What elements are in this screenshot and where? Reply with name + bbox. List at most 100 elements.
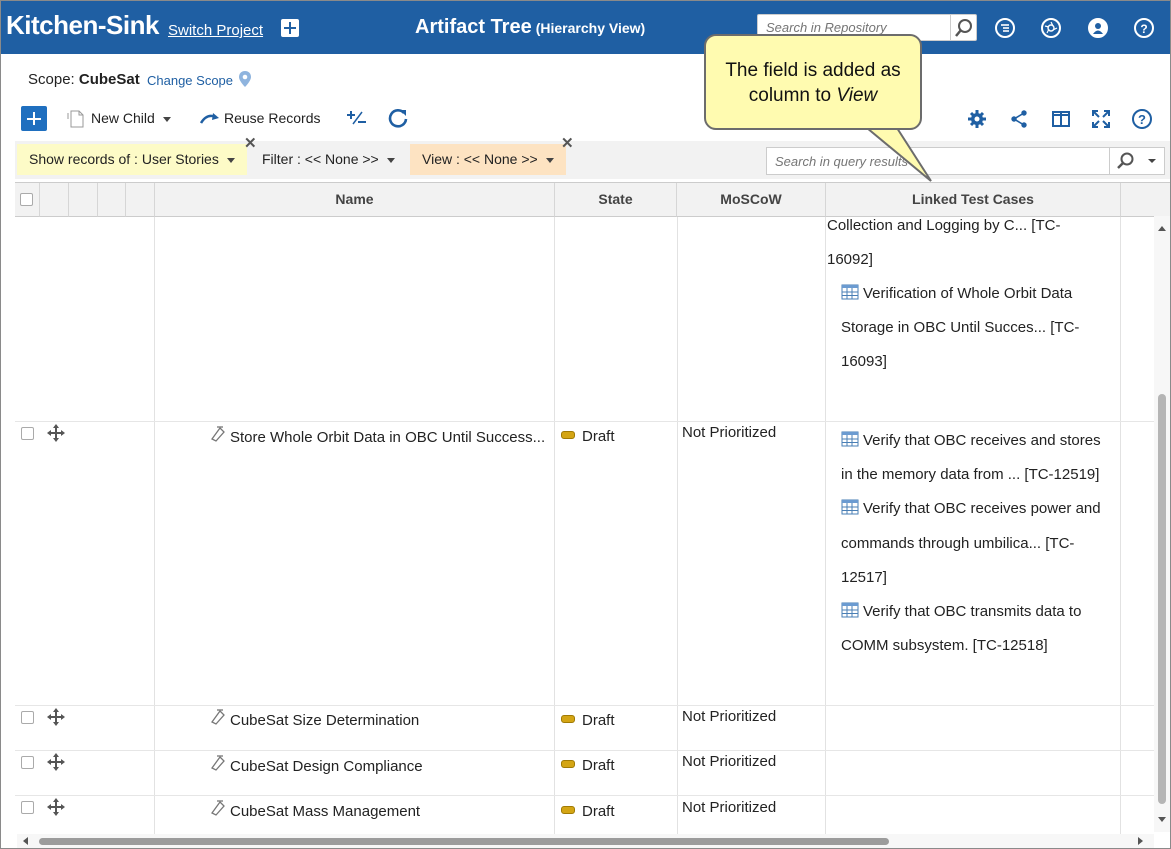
test-case-table-icon xyxy=(841,499,859,515)
view-dropdown[interactable]: View : << None >> xyxy=(410,144,566,175)
record-moscow: Not Prioritized xyxy=(682,799,777,816)
draft-status-icon xyxy=(561,431,575,439)
record-name[interactable]: CubeSat Size Determination xyxy=(230,712,419,729)
scroll-left-icon[interactable] xyxy=(21,836,29,846)
linked-test-case[interactable]: Verify that OBC receives power and xyxy=(841,492,1121,526)
user-story-icon xyxy=(211,709,225,725)
scroll-down-icon[interactable] xyxy=(1157,816,1167,824)
scope-label: Scope: xyxy=(28,71,75,88)
scroll-right-icon[interactable] xyxy=(1137,836,1145,846)
record-state: Draft xyxy=(561,803,615,820)
svg-text:?: ? xyxy=(1138,112,1146,127)
tree-view-icon[interactable] xyxy=(995,18,1015,38)
scope-value: CubeSat xyxy=(78,71,140,88)
chevron-down-icon xyxy=(226,157,235,163)
horizontal-scroll-thumb[interactable] xyxy=(39,838,889,845)
filter-bar: Show records of : User Stories ✕ Filter … xyxy=(15,135,1170,179)
clear-view-icon[interactable]: ✕ xyxy=(561,134,574,152)
fullscreen-icon[interactable] xyxy=(1091,109,1111,129)
change-scope-link[interactable]: Change Scope xyxy=(147,73,233,88)
callout-emphasis: View xyxy=(836,85,878,106)
row-checkbox[interactable] xyxy=(21,756,34,769)
scope-indicator: Scope: CubeSat xyxy=(28,71,140,88)
user-story-icon xyxy=(211,755,225,771)
linked-test-case[interactable]: Verification of Whole Orbit Data xyxy=(841,277,1121,311)
add-record-button[interactable] xyxy=(21,106,47,131)
add-remove-icon[interactable] xyxy=(345,108,369,128)
reuse-records-button[interactable]: Reuse Records xyxy=(224,110,321,126)
new-child-button[interactable]: New Child xyxy=(91,110,171,126)
select-all-header xyxy=(15,183,40,217)
reuse-icon xyxy=(199,113,219,124)
vertical-scroll-thumb[interactable] xyxy=(1158,394,1166,804)
settings-gear-icon[interactable] xyxy=(967,109,987,129)
linked-test-case-text[interactable]: Collection and Logging by C... [TC- xyxy=(827,209,1107,243)
column-header-moscow[interactable]: MoSCoW xyxy=(677,183,826,217)
record-name[interactable]: Store Whole Orbit Data in OBC Until Succ… xyxy=(230,429,545,446)
test-case-table-icon xyxy=(841,602,859,618)
location-pin-icon[interactable] xyxy=(238,70,252,88)
app-name: Kitchen-Sink xyxy=(6,10,159,40)
horizontal-scrollbar[interactable] xyxy=(17,834,1154,848)
linked-test-case-text[interactable]: 16092] xyxy=(827,243,1107,277)
row-checkbox[interactable] xyxy=(21,427,34,440)
page-title: Artifact Tree (Hierarchy View) xyxy=(415,16,646,38)
linked-test-case[interactable]: Verify that OBC receives and stores xyxy=(841,424,1121,458)
record-name[interactable]: CubeSat Mass Management xyxy=(230,803,420,820)
draft-status-icon xyxy=(561,760,575,768)
row-checkbox[interactable] xyxy=(21,801,34,814)
vertical-scrollbar[interactable] xyxy=(1154,216,1170,832)
help-circle-icon[interactable]: ? xyxy=(1131,108,1153,130)
add-project-icon[interactable] xyxy=(281,19,299,37)
linked-test-case-text[interactable]: commands through umbilica... [TC- xyxy=(841,527,1121,561)
query-search-button[interactable] xyxy=(1109,148,1165,174)
help-icon[interactable]: ? xyxy=(1134,18,1154,38)
move-handle-icon[interactable] xyxy=(47,424,65,442)
chevron-down-icon xyxy=(162,116,171,122)
column-header-name[interactable]: Name xyxy=(155,183,555,217)
share-icon[interactable] xyxy=(1009,109,1029,129)
column-header-state[interactable]: State xyxy=(555,183,677,217)
repository-search-button[interactable] xyxy=(950,15,976,40)
refresh-icon[interactable] xyxy=(387,107,409,129)
scroll-up-icon[interactable] xyxy=(1157,224,1167,232)
record-moscow: Not Prioritized xyxy=(682,424,777,441)
record-state: Draft xyxy=(561,712,615,729)
top-header: Kitchen-Sink Switch Project Artifact Tre… xyxy=(1,1,1170,54)
linked-test-case-text[interactable]: in the memory data from ... [TC-12519] xyxy=(841,458,1121,492)
user-story-icon xyxy=(211,800,225,816)
chevron-down-icon xyxy=(386,157,395,163)
record-state: Draft xyxy=(561,428,615,445)
query-search xyxy=(766,147,1165,175)
split-panel-icon[interactable] xyxy=(1051,109,1071,129)
test-case-table-icon xyxy=(841,284,859,300)
move-handle-icon[interactable] xyxy=(47,798,65,816)
annotation-callout: The field is added as column to View xyxy=(704,34,922,130)
linked-test-case-text[interactable]: COMM subsystem. [TC-12518] xyxy=(841,629,1121,663)
move-handle-icon[interactable] xyxy=(47,753,65,771)
linked-test-case-text[interactable]: 16093] xyxy=(841,345,1121,379)
move-handle-icon[interactable] xyxy=(47,708,65,726)
record-moscow: Not Prioritized xyxy=(682,753,777,770)
row-checkbox[interactable] xyxy=(21,711,34,724)
user-story-icon xyxy=(211,426,225,442)
linked-test-case-text[interactable]: 12517] xyxy=(841,561,1121,595)
record-moscow: Not Prioritized xyxy=(682,708,777,725)
show-records-dropdown[interactable]: Show records of : User Stories xyxy=(17,144,247,175)
draft-status-icon xyxy=(561,806,575,814)
select-all-checkbox[interactable] xyxy=(20,193,33,206)
aperture-icon[interactable] xyxy=(1041,18,1061,38)
user-profile-icon[interactable] xyxy=(1088,18,1108,38)
new-child-icon xyxy=(67,110,84,128)
linked-test-case-text[interactable]: Storage in OBC Until Succes... [TC- xyxy=(841,311,1121,345)
switch-project-link[interactable]: Switch Project xyxy=(168,22,263,39)
linked-test-case[interactable]: Verify that OBC transmits data to xyxy=(841,595,1121,629)
svg-text:?: ? xyxy=(1140,22,1147,35)
filter-dropdown[interactable]: Filter : << None >> xyxy=(250,144,407,175)
search-icon xyxy=(955,19,972,37)
record-state: Draft xyxy=(561,757,615,774)
draft-status-icon xyxy=(561,715,575,723)
record-name[interactable]: CubeSat Design Compliance xyxy=(230,758,423,775)
chevron-down-icon xyxy=(545,157,554,163)
page-subtitle: (Hierarchy View) xyxy=(535,20,646,36)
